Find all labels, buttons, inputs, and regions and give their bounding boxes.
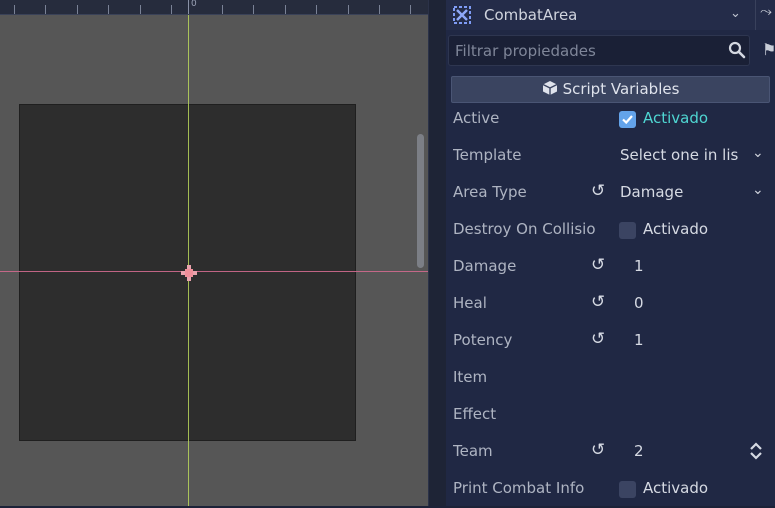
property-label: Team bbox=[453, 442, 493, 460]
property-label: Effect bbox=[453, 405, 497, 423]
property-template: Template Select one in lis ⌄ bbox=[446, 138, 775, 175]
ruler-tick bbox=[316, 5, 317, 14]
ruler-origin-label: 0 bbox=[191, 0, 197, 9]
section-title: Script Variables bbox=[562, 80, 680, 98]
property-label: Active bbox=[453, 109, 500, 127]
header-divider bbox=[755, 0, 756, 30]
property-effect: Effect bbox=[446, 397, 775, 434]
reset-icon[interactable]: ↺ bbox=[591, 329, 605, 349]
property-item: Item bbox=[446, 360, 775, 397]
reset-icon[interactable]: ↺ bbox=[591, 292, 605, 312]
template-select[interactable]: Select one in lis bbox=[620, 146, 748, 164]
search-icon bbox=[728, 41, 746, 59]
ruler-tick bbox=[379, 5, 380, 14]
script-variables-section[interactable]: Script Variables bbox=[451, 76, 770, 103]
ruler-tick bbox=[285, 5, 286, 14]
ruler-tick bbox=[410, 5, 411, 14]
filter-properties-input[interactable] bbox=[448, 35, 750, 66]
property-damage: Damage ↺ 1 bbox=[446, 249, 775, 286]
ruler-tick bbox=[45, 5, 46, 14]
heal-value[interactable]: 0 bbox=[634, 294, 762, 312]
property-heal: Heal ↺ 0 bbox=[446, 286, 775, 323]
ruler-tick bbox=[108, 5, 109, 14]
panel-splitter[interactable] bbox=[428, 0, 447, 506]
property-print-combat-info: Print Combat Info Activado bbox=[446, 471, 775, 508]
property-label: Print Combat Info bbox=[453, 479, 585, 497]
property-destroy-on-collision: Destroy On Collisio Activado bbox=[446, 212, 775, 249]
viewport-scrollbar[interactable] bbox=[417, 134, 424, 268]
print-combat-info-checkbox[interactable] bbox=[619, 481, 636, 498]
active-checkbox[interactable] bbox=[619, 111, 636, 128]
property-label: Item bbox=[453, 368, 488, 386]
checkmark-icon bbox=[622, 115, 633, 125]
property-label: Potency bbox=[453, 331, 513, 349]
property-label: Area Type bbox=[453, 183, 527, 201]
property-team: Team ↺ 2 bbox=[446, 434, 775, 471]
property-label: Damage bbox=[453, 257, 517, 275]
origin-cross-icon[interactable] bbox=[179, 263, 199, 283]
spinner-arrows-icon[interactable] bbox=[747, 440, 765, 462]
checkbox-label: Activado bbox=[643, 109, 709, 127]
history-icon[interactable]: ⤳ bbox=[760, 2, 772, 20]
potency-value[interactable]: 1 bbox=[634, 331, 762, 349]
y-axis-line bbox=[188, 15, 189, 506]
property-label: Heal bbox=[453, 294, 487, 312]
property-label: Template bbox=[453, 146, 522, 164]
node-name: CombatArea bbox=[484, 6, 578, 24]
2d-viewport[interactable]: 0 bbox=[0, 0, 428, 506]
reset-icon[interactable]: ↺ bbox=[591, 255, 605, 275]
area-node-icon bbox=[453, 6, 471, 24]
node-selector[interactable]: CombatArea ⌄ bbox=[446, 0, 775, 30]
script-box-icon bbox=[542, 81, 557, 95]
ruler-tick bbox=[222, 5, 223, 14]
ruler-tick bbox=[171, 5, 172, 14]
ruler-tick bbox=[140, 5, 141, 14]
checkbox-label: Activado bbox=[643, 479, 709, 497]
ruler-tick bbox=[77, 5, 78, 14]
property-potency: Potency ↺ 1 bbox=[446, 323, 775, 360]
ruler-tick bbox=[14, 5, 15, 14]
damage-value[interactable]: 1 bbox=[634, 257, 762, 275]
tools-icon[interactable]: ⚑ bbox=[762, 40, 775, 59]
ruler-tick bbox=[253, 5, 254, 14]
property-active: Active Activado bbox=[446, 101, 775, 138]
chevron-down-icon[interactable]: ⌄ bbox=[730, 6, 741, 21]
ruler-tick bbox=[348, 5, 349, 14]
x-axis-line bbox=[0, 271, 428, 272]
property-area-type: Area Type ↺ Damage ⌄ bbox=[446, 175, 775, 212]
reset-icon[interactable]: ↺ bbox=[591, 440, 605, 460]
reset-icon[interactable]: ↺ bbox=[591, 181, 605, 201]
property-label: Destroy On Collisio bbox=[453, 220, 596, 238]
inspector-panel: CombatArea ⌄ ⤳ ⚑ Script Variables Active… bbox=[446, 0, 775, 506]
area-type-select[interactable]: Damage bbox=[620, 183, 748, 201]
item-value-slot[interactable] bbox=[618, 364, 768, 392]
checkbox-label: Activado bbox=[643, 220, 709, 238]
team-value[interactable]: 2 bbox=[634, 442, 762, 460]
effect-value-slot[interactable] bbox=[618, 401, 768, 429]
chevron-down-icon[interactable]: ⌄ bbox=[752, 182, 764, 198]
chevron-down-icon[interactable]: ⌄ bbox=[752, 145, 764, 161]
ruler-tick-major bbox=[188, 0, 189, 14]
top-ruler: 0 bbox=[0, 0, 428, 15]
destroy-on-collision-checkbox[interactable] bbox=[619, 222, 636, 239]
